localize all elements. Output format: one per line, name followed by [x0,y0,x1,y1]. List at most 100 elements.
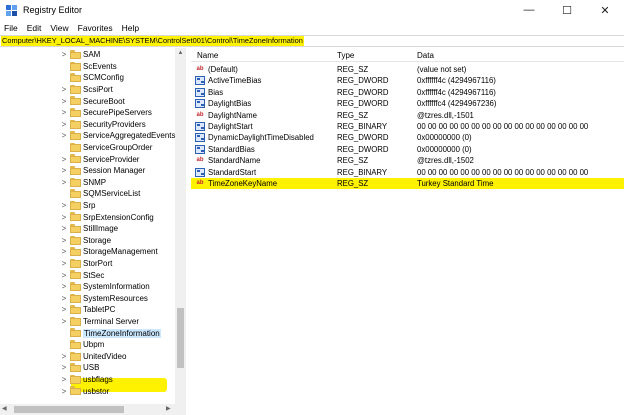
values-pane[interactable]: Name Type Data ab (Default) REG_SZ (value n… [191,48,624,415]
scroll-left-arrow-icon[interactable]: ◀ [2,404,7,415]
minimize-button[interactable]: — [510,0,548,20]
expand-chevron-icon[interactable]: > [60,224,68,233]
tree-item[interactable]: > SecureBoot [0,95,185,107]
expand-chevron-icon[interactable]: > [60,201,68,210]
tree-item[interactable]: > SAM [0,49,185,61]
tree-item[interactable]: > usbstor [0,385,185,397]
expand-chevron-icon[interactable]: > [60,178,68,187]
value-type: REG_DWORD [337,144,389,154]
address-bar[interactable]: Computer\HKEY_LOCAL_MACHINE\SYSTEM\Contr… [0,35,624,47]
tree-item[interactable]: > SecurePipeServers [0,107,185,119]
expand-chevron-icon[interactable]: > [60,131,68,140]
value-type: REG_SZ [337,179,369,188]
scroll-right-arrow-icon[interactable]: ▶ [166,404,171,415]
value-type: REG_SZ [337,156,369,166]
expand-chevron-icon[interactable]: > [60,271,68,280]
tree-hscroll-thumb[interactable] [14,406,124,413]
tree-item-label: USB [83,363,100,373]
value-row[interactable]: DynamicDaylightTimeDisabled REG_DWORD 0x00… [191,132,624,143]
expand-chevron-icon[interactable]: > [60,363,68,372]
tree-item[interactable]: > ServiceProvider [0,153,185,165]
tree-item[interactable]: > usbflags [0,374,185,386]
tree-item-label: Storage [83,235,112,245]
value-row[interactable]: DaylightBias REG_DWORD 0xffffffc4 (4294967… [191,98,624,109]
value-type: REG_DWORD [337,99,389,109]
expand-chevron-icon[interactable]: > [60,155,68,164]
tree-item[interactable]: > Terminal Server [0,316,185,328]
tree-item[interactable]: > Session Manager [0,165,185,177]
tree-item[interactable]: > ServiceAggregatedEvents [0,130,185,142]
expand-chevron-icon[interactable]: > [60,213,68,222]
tree-item[interactable]: > TabletPC [0,304,185,316]
value-row[interactable]: Bias REG_DWORD 0xffffff4c (4294967116) [191,87,624,98]
tree-item[interactable]: Ubpm [0,339,185,351]
tree-item[interactable]: TimeZoneInformation [0,327,185,339]
tree-item-label: ServiceAggregatedEvents [83,131,176,141]
value-row[interactable]: ab DaylightName REG_SZ @tzres.dll,-1501 [191,110,624,121]
tree-item[interactable]: > StSec [0,269,185,281]
value-type: REG_DWORD [337,87,389,97]
column-header-data[interactable]: Data [417,51,434,60]
value-row[interactable]: DaylightStart REG_BINARY 00 00 00 00 00 00… [191,121,624,132]
tree-item[interactable]: > Storage [0,235,185,247]
tree-item[interactable]: ScEvents [0,61,185,73]
value-row[interactable]: StandardStart REG_BINARY 00 00 00 00 00 00… [191,167,624,178]
tree-scroll-thumb[interactable] [177,308,184,368]
expand-chevron-icon[interactable]: > [60,352,68,361]
tree-item-label: UnitedVideo [83,351,127,361]
expand-chevron-icon[interactable]: > [60,294,68,303]
tree-item[interactable]: > ScsiPort [0,84,185,96]
expand-chevron-icon[interactable]: > [60,120,68,129]
expand-chevron-icon[interactable]: > [60,247,68,256]
tree-item[interactable]: > UnitedVideo [0,351,185,363]
expand-chevron-icon[interactable]: > [60,259,68,268]
tree-item[interactable]: > SystemResources [0,293,185,305]
tree-item-label: SNMP [83,177,107,187]
folder-icon [70,374,81,384]
scroll-up-arrow-icon[interactable]: ▲ [175,48,186,58]
expand-chevron-icon[interactable]: > [60,387,68,396]
tree-item[interactable]: > StorageManagement [0,246,185,258]
expand-chevron-icon[interactable]: > [60,85,68,94]
expand-chevron-icon[interactable]: > [60,97,68,106]
menu-view[interactable]: View [50,23,68,33]
column-header-name[interactable]: Name [197,51,218,60]
value-row[interactable]: ab TimeZoneKeyName REG_SZ Turkey Standard T… [191,178,624,190]
tree-item[interactable]: > SNMP [0,177,185,189]
menu-file[interactable]: File [4,23,18,33]
expand-chevron-icon[interactable]: > [60,108,68,117]
tree-vertical-scrollbar[interactable]: ▲ [175,48,186,415]
value-row[interactable]: ActiveTimeBias REG_DWORD 0xffffff4c (42949… [191,75,624,86]
expand-chevron-icon[interactable]: > [60,317,68,326]
value-row[interactable]: StandardBias REG_DWORD 0x00000000 (0) [191,144,624,155]
expand-chevron-icon[interactable]: > [60,282,68,291]
menu-help[interactable]: Help [122,23,139,33]
value-row[interactable]: ab StandardName REG_SZ @tzres.dll,-1502 [191,155,624,166]
tree-item[interactable]: SQMServiceList [0,188,185,200]
tree-item[interactable]: ServiceGroupOrder [0,142,185,154]
binary-value-icon [195,76,205,86]
expand-chevron-icon[interactable]: > [60,50,68,59]
registry-tree[interactable]: > SAM ScEvents SCMConfig > ScsiPort > SecureBoo… [0,48,186,415]
tree-horizontal-scrollbar[interactable]: ◀ ▶ [0,404,175,415]
tree-item[interactable]: > SystemInformation [0,281,185,293]
menu-edit[interactable]: Edit [27,23,42,33]
close-button[interactable]: ✕ [586,0,624,20]
tree-item[interactable]: > StorPort [0,258,185,270]
menu-favorites[interactable]: Favorites [78,23,113,33]
tree-item[interactable]: > USB [0,362,185,374]
value-data: 0xffffff4c (4294967116) [417,76,496,86]
maximize-button[interactable]: ☐ [548,0,586,20]
tree-item[interactable]: SCMConfig [0,72,185,84]
tree-item[interactable]: > SrpExtensionConfig [0,211,185,223]
address-path[interactable]: Computer\HKEY_LOCAL_MACHINE\SYSTEM\Contr… [1,36,304,46]
tree-item[interactable]: > StillImage [0,223,185,235]
expand-chevron-icon[interactable]: > [60,305,68,314]
expand-chevron-icon[interactable]: > [60,166,68,175]
expand-chevron-icon[interactable]: > [60,375,68,384]
tree-item[interactable]: > SecurityProviders [0,119,185,131]
value-row[interactable]: ab (Default) REG_SZ (value not set) [191,64,624,75]
tree-item[interactable]: > Srp [0,200,185,212]
column-header-type[interactable]: Type [337,51,354,60]
expand-chevron-icon[interactable]: > [60,236,68,245]
